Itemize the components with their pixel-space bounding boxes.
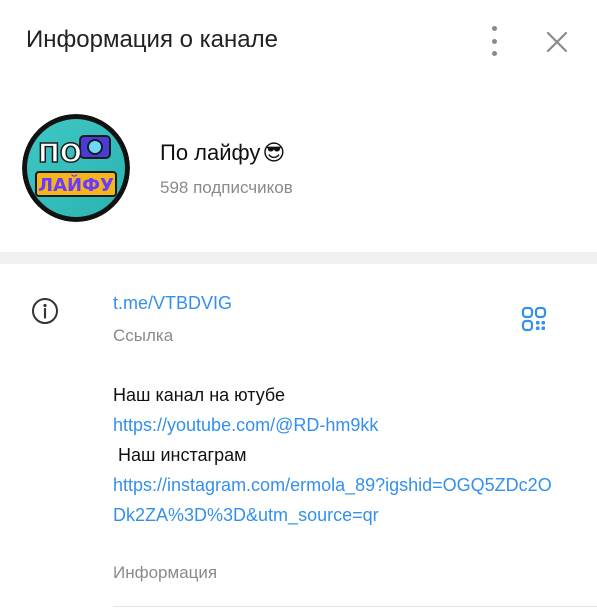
avatar-text-bottom: ЛАЙФУ <box>38 174 114 196</box>
instagram-link[interactable]: https://instagram.com/ermola_89?igshid=O… <box>113 475 552 525</box>
page-title: Информация о канале <box>26 26 278 53</box>
channel-name: По лайфу 😎 <box>160 140 285 166</box>
close-icon[interactable] <box>544 29 570 55</box>
info-icon <box>32 298 58 324</box>
subscriber-count: 598 подписчиков <box>160 178 293 197</box>
channel-name-text: По лайфу <box>160 140 261 165</box>
qr-code-icon[interactable] <box>520 305 548 333</box>
description-label: Информация <box>113 563 218 582</box>
header: Информация о канале <box>0 0 597 82</box>
avatar-text-top: ПО <box>38 139 82 169</box>
avatar[interactable]: ПО ЛАЙФУ <box>22 114 130 222</box>
bottom-divider <box>113 606 597 607</box>
link-label: Ссылка <box>113 326 174 345</box>
description-line-instagram-heading: Наш инстаграм <box>113 445 247 465</box>
channel-profile: ПО ЛАЙФУ По лайфу 😎 598 подписчиков <box>0 82 597 252</box>
channel-link[interactable]: t.me/VTBDVIG <box>113 293 232 314</box>
youtube-link[interactable]: https://youtube.com/@RD-hm9kk <box>113 415 378 435</box>
sunglasses-emoji-icon: 😎 <box>262 140 286 165</box>
more-options-icon[interactable] <box>484 26 504 56</box>
section-divider <box>0 252 597 264</box>
description-line-youtube-heading: Наш канал на ютубе <box>113 385 286 405</box>
channel-description: Наш канал на ютубе https://youtube.com/@… <box>113 380 563 530</box>
